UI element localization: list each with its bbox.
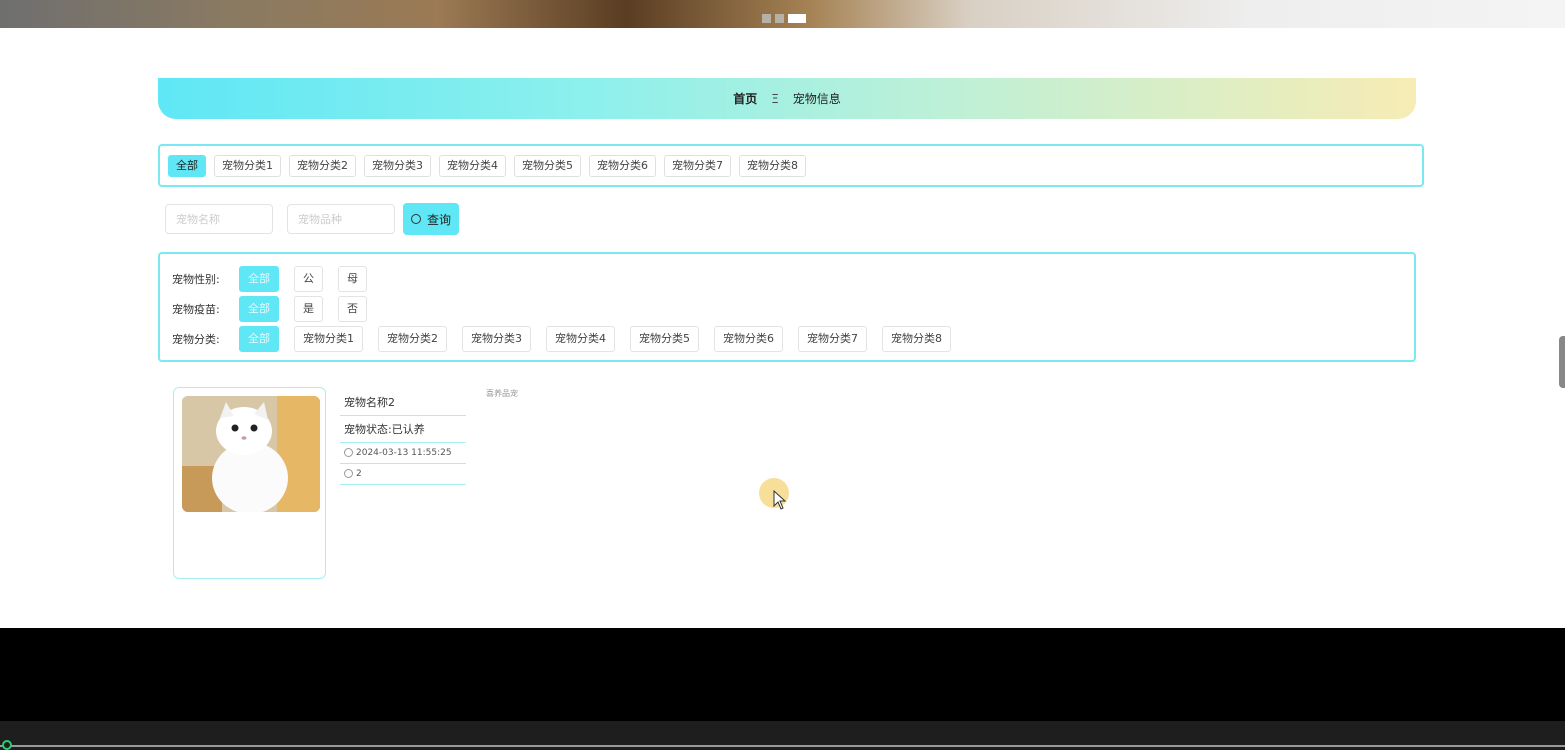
pet-time-row: 2024-03-13 11:55:25	[340, 443, 466, 464]
category-option-1[interactable]: 宠物分类1	[294, 326, 363, 352]
filter-label-vaccine: 宠物疫苗:	[172, 303, 220, 316]
carousel-dot[interactable]	[775, 14, 784, 23]
filter-row-vaccine: 宠物疫苗: 全部 是 否	[172, 296, 367, 322]
category-tab-7[interactable]: 宠物分类7	[664, 154, 731, 177]
pet-count: 2	[356, 469, 362, 479]
category-option-3[interactable]: 宠物分类3	[462, 326, 531, 352]
carousel-dots[interactable]	[762, 14, 806, 23]
clock-icon	[344, 448, 353, 457]
filter-panel: 宠物性别: 全部 公 母 宠物疫苗: 全部 是 否 宠物分类: 全部 宠物分类1…	[158, 252, 1416, 362]
gender-option-all[interactable]: 全部	[239, 266, 279, 292]
filter-row-gender: 宠物性别: 全部 公 母	[172, 266, 367, 292]
search-row: 查询	[165, 203, 460, 235]
category-option-8[interactable]: 宠物分类8	[882, 326, 951, 352]
category-option-7[interactable]: 宠物分类7	[798, 326, 867, 352]
category-option-6[interactable]: 宠物分类6	[714, 326, 783, 352]
breadcrumb: 首页 Ξ 宠物信息	[158, 78, 1416, 119]
pet-name-input[interactable]	[165, 204, 273, 234]
category-tab-8[interactable]: 宠物分类8	[739, 154, 806, 177]
category-tab-all[interactable]: 全部	[168, 154, 206, 177]
pet-card[interactable]	[173, 387, 326, 579]
vaccine-option-yes[interactable]: 是	[294, 296, 323, 322]
comment-icon	[344, 469, 353, 478]
pet-photo[interactable]	[182, 396, 320, 512]
pet-name[interactable]: 宠物名称2	[340, 389, 466, 416]
category-tab-5[interactable]: 宠物分类5	[514, 154, 581, 177]
footer	[0, 628, 1565, 721]
filter-row-category: 宠物分类: 全部 宠物分类1 宠物分类2 宠物分类3 宠物分类4 宠物分类5 宠…	[172, 326, 951, 352]
category-option-all[interactable]: 全部	[239, 326, 279, 352]
status-indicator	[2, 740, 12, 750]
query-button-label: 查询	[427, 212, 452, 227]
category-tab-6[interactable]: 宠物分类6	[589, 154, 656, 177]
vaccine-option-no[interactable]: 否	[338, 296, 367, 322]
breadcrumb-current: 宠物信息	[792, 92, 841, 106]
search-icon	[411, 214, 421, 224]
pet-count-row: 2	[340, 464, 466, 485]
top-banner	[0, 0, 1565, 28]
category-tab-3[interactable]: 宠物分类3	[364, 154, 431, 177]
gender-option-male[interactable]: 公	[294, 266, 323, 292]
carousel-dot-active[interactable]	[788, 14, 806, 23]
category-tab-2[interactable]: 宠物分类2	[289, 154, 356, 177]
category-option-2[interactable]: 宠物分类2	[378, 326, 447, 352]
query-button[interactable]: 查询	[403, 203, 460, 235]
pet-breed-input[interactable]	[287, 204, 395, 234]
category-option-4[interactable]: 宠物分类4	[546, 326, 615, 352]
progress-line	[0, 745, 1565, 747]
pet-info: 宠物名称2 宠物状态:已认养 2024-03-13 11:55:25 2	[340, 389, 466, 485]
category-option-5[interactable]: 宠物分类5	[630, 326, 699, 352]
gender-option-female[interactable]: 母	[338, 266, 367, 292]
breadcrumb-separator: Ξ	[771, 91, 779, 106]
category-tab-4[interactable]: 宠物分类4	[439, 154, 506, 177]
carousel-dot[interactable]	[762, 14, 771, 23]
mouse-cursor-icon	[773, 490, 787, 510]
side-scroll-handle[interactable]	[1559, 336, 1565, 388]
pet-status: 宠物状态:已认养	[340, 416, 466, 443]
cat-image	[182, 396, 320, 512]
pet-time: 2024-03-13 11:55:25	[356, 448, 452, 458]
breadcrumb-home[interactable]: 首页	[733, 90, 757, 107]
category-tabs: 全部 宠物分类1 宠物分类2 宠物分类3 宠物分类4 宠物分类5 宠物分类6 宠…	[158, 144, 1424, 187]
faint-text: 喜养品宠	[486, 389, 518, 398]
vaccine-option-all[interactable]: 全部	[239, 296, 279, 322]
category-tab-1[interactable]: 宠物分类1	[214, 154, 281, 177]
filter-label-gender: 宠物性别:	[172, 273, 220, 286]
filter-label-category: 宠物分类:	[172, 333, 220, 346]
